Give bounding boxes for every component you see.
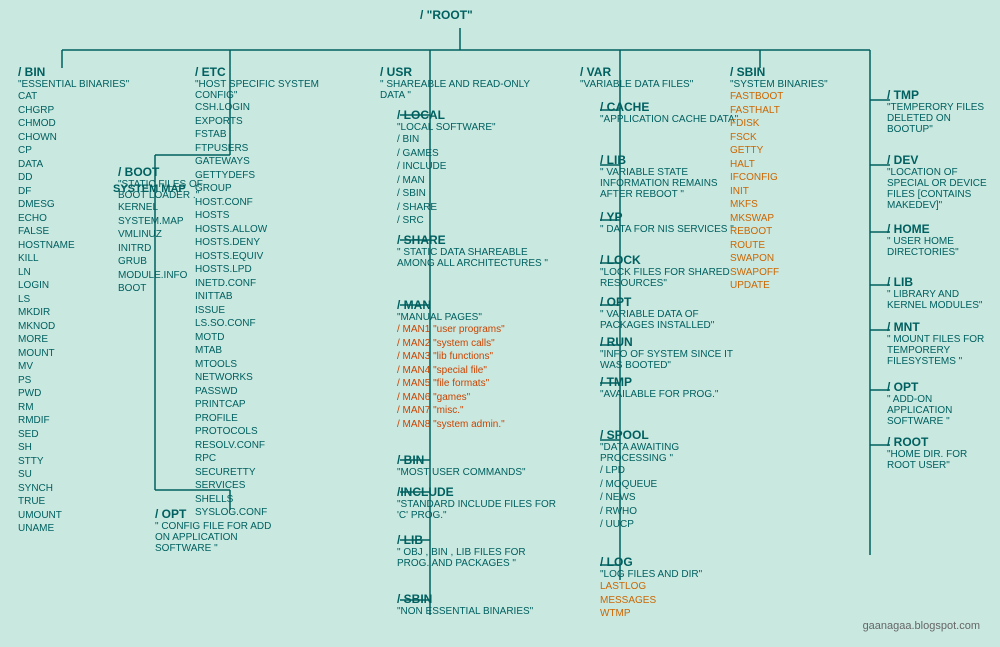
usr-bin-desc: "MOST USER COMMANDS" [397, 467, 557, 478]
tmp-right-desc: "TEMPERORY FILES DELETED ON BOOTUP" [887, 102, 997, 135]
lib-right-desc: " LIBRARY AND KERNEL MODULES" [887, 289, 997, 311]
var-cache-title: / CACHE [600, 100, 740, 114]
usr-share-title: / SHARE [397, 233, 557, 247]
var-opt-title: / OPT [600, 295, 745, 309]
var-run-title: / RUN [600, 335, 745, 349]
root-node: / "ROOT" [420, 8, 473, 22]
var-desc: "VARIABLE DATA FILES" [580, 79, 725, 90]
root-title: / "ROOT" [420, 8, 473, 22]
var-cache-node: / CACHE "APPLICATION CACHE DATA" [600, 100, 740, 125]
lib-right-title: / LIB [887, 275, 997, 289]
usr-lib-desc: " OBJ , BIN , LIB FILES FOR PROG. AND PA… [397, 547, 557, 569]
etc-opt-title: / OPT [155, 507, 275, 521]
lib-right-node: / LIB " LIBRARY AND KERNEL MODULES" [887, 275, 997, 311]
usr-sbin-node: / SBIN "NON ESSENTIAL BINARIES" [397, 592, 557, 617]
usr-man-title: / MAN [397, 298, 587, 312]
usr-desc: " SHAREABLE AND READ-ONLY DATA " [380, 79, 540, 101]
usr-sbin-desc: "NON ESSENTIAL BINARIES" [397, 606, 557, 617]
mnt-title: / MNT [887, 320, 997, 334]
etc-desc: "HOST SPECIFIC SYSTEM CONFIG" [195, 79, 335, 101]
usr-local-node: / LOCAL "LOCAL SOFTWARE" / BIN/ GAMES/ I… [397, 108, 547, 228]
home-desc: " USER HOME DIRECTORIES" [887, 236, 997, 258]
var-log-node: / LOG "LOG FILES AND DIR" LASTLOGMESSAGE… [600, 555, 745, 621]
watermark: gaanagaa.blogspot.com [863, 620, 980, 632]
var-cache-desc: "APPLICATION CACHE DATA" [600, 114, 740, 125]
var-lock-node: / LOCK "LOCK FILES FOR SHARED RESOURCES" [600, 253, 745, 289]
var-opt-node: / OPT " VARIABLE DATA OF PACKAGES INSTAL… [600, 295, 745, 331]
usr-include-desc: "STANDARD INCLUDE FILES FOR 'C' PROG." [397, 499, 557, 521]
dev-desc: "LOCATION OF SPECIAL OR DEVICE FILES [CO… [887, 167, 997, 211]
var-opt-desc: " VARIABLE DATA OF PACKAGES INSTALLED" [600, 309, 745, 331]
var-run-desc: "INFO OF SYSTEM SINCE IT WAS BOOTED" [600, 349, 745, 371]
var-tmp-title: / TMP [600, 375, 745, 389]
usr-local-desc: "LOCAL SOFTWARE" [397, 122, 547, 133]
root-home-desc: "HOME DIR. FOR ROOT USER" [887, 449, 997, 471]
etc-opt-node: / OPT " CONFIG FILE FOR ADD ON APPLICATI… [155, 507, 275, 554]
mnt-desc: " MOUNT FILES FOR TEMPORERY FILESYSTEMS … [887, 334, 997, 367]
opt-right-node: / OPT " ADD-ON APPLICATION SOFTWARE " [887, 380, 997, 427]
var-yp-desc: " DATA FOR NIS SERVICES " [600, 224, 745, 235]
home-title: / HOME [887, 222, 997, 236]
var-lib-title: / LIB [600, 153, 745, 167]
usr-title: / USR [380, 65, 540, 79]
var-spool-desc: "DATA AWAITING PROCESSING " [600, 442, 745, 464]
opt-right-title: / OPT [887, 380, 997, 394]
var-log-desc: "LOG FILES AND DIR" [600, 569, 745, 580]
etc-items: CSH.LOGINEXPORTSFSTABFTPUSERSGATEWAYSGET… [195, 101, 335, 520]
sbin-title: / SBIN [730, 65, 870, 79]
home-node: / HOME " USER HOME DIRECTORIES" [887, 222, 997, 258]
usr-bin-node: / BIN "MOST USER COMMANDS" [397, 453, 557, 478]
dev-node: / DEV "LOCATION OF SPECIAL OR DEVICE FIL… [887, 153, 997, 211]
var-yp-node: / YP " DATA FOR NIS SERVICES " [600, 210, 745, 235]
etc-title: / ETC [195, 65, 335, 79]
var-spool-items: / LPD/ MOQUEUE/ NEWS/ RWHO/ UUCP [600, 464, 745, 532]
bin-desc: "ESSENTIAL BINARIES" [18, 79, 138, 90]
usr-lib-node: / LIB " OBJ , BIN , LIB FILES FOR PROG. … [397, 533, 557, 569]
bin-items: CATCHGRPCHMODCHOWNCPDATADDDFDMESGECHOFAL… [18, 90, 138, 536]
var-run-node: / RUN "INFO OF SYSTEM SINCE IT WAS BOOTE… [600, 335, 745, 371]
var-log-title: / LOG [600, 555, 745, 569]
opt-right-desc: " ADD-ON APPLICATION SOFTWARE " [887, 394, 997, 427]
usr-include-title: /INCLUDE [397, 485, 557, 499]
var-lock-title: / LOCK [600, 253, 745, 267]
etc-node: / ETC "HOST SPECIFIC SYSTEM CONFIG" CSH.… [195, 65, 335, 520]
page: / "ROOT" SYSTEM MAP / BIN "ESSENTIAL BIN… [0, 0, 1000, 647]
usr-include-node: /INCLUDE "STANDARD INCLUDE FILES FOR 'C'… [397, 485, 557, 521]
root-home-title: / ROOT [887, 435, 997, 449]
var-tmp-node: / TMP "AVAILABLE FOR PROG." [600, 375, 745, 400]
sbin-node: / SBIN "SYSTEM BINARIES" FASTBOOTFASTHAL… [730, 65, 870, 293]
var-tmp-desc: "AVAILABLE FOR PROG." [600, 389, 745, 400]
usr-lib-title: / LIB [397, 533, 557, 547]
tmp-right-title: / TMP [887, 88, 997, 102]
bin-title: / BIN [18, 65, 138, 79]
var-yp-title: / YP [600, 210, 745, 224]
sbin-items: FASTBOOTFASTHALTFDISKFSCKGETTYHALTIFCONF… [730, 90, 870, 293]
usr-node: / USR " SHAREABLE AND READ-ONLY DATA " [380, 65, 540, 101]
var-spool-node: / SPOOL "DATA AWAITING PROCESSING " / LP… [600, 428, 745, 532]
root-home-node: / ROOT "HOME DIR. FOR ROOT USER" [887, 435, 997, 471]
sbin-desc: "SYSTEM BINARIES" [730, 79, 870, 90]
var-spool-title: / SPOOL [600, 428, 745, 442]
usr-man-desc: "MANUAL PAGES" [397, 312, 587, 323]
var-title: / VAR [580, 65, 725, 79]
var-lib-node: / LIB " VARIABLE STATE INFORMATION REMAI… [600, 153, 745, 200]
usr-man-items: / MAN1 "user programs" / MAN2 "system ca… [397, 323, 587, 431]
usr-share-node: / SHARE " STATIC DATA SHAREABLE AMONG AL… [397, 233, 557, 269]
usr-share-desc: " STATIC DATA SHAREABLE AMONG ALL ARCHIT… [397, 247, 557, 269]
usr-local-items: / BIN/ GAMES/ INCLUDE/ MAN/ SBIN/ SHARE/… [397, 133, 547, 228]
usr-man-node: / MAN "MANUAL PAGES" / MAN1 "user progra… [397, 298, 587, 431]
etc-opt-desc: " CONFIG FILE FOR ADD ON APPLICATION SOF… [155, 521, 275, 554]
usr-bin-title: / BIN [397, 453, 557, 467]
mnt-node: / MNT " MOUNT FILES FOR TEMPORERY FILESY… [887, 320, 997, 367]
var-node: / VAR "VARIABLE DATA FILES" [580, 65, 725, 90]
var-log-items: LASTLOGMESSAGESWTMP [600, 580, 745, 621]
var-lock-desc: "LOCK FILES FOR SHARED RESOURCES" [600, 267, 745, 289]
dev-title: / DEV [887, 153, 997, 167]
var-lib-desc: " VARIABLE STATE INFORMATION REMAINS AFT… [600, 167, 745, 200]
bin-node: / BIN "ESSENTIAL BINARIES" CATCHGRPCHMOD… [18, 65, 138, 536]
tmp-right-node: / TMP "TEMPERORY FILES DELETED ON BOOTUP… [887, 88, 997, 135]
usr-local-title: / LOCAL [397, 108, 547, 122]
usr-sbin-title: / SBIN [397, 592, 557, 606]
